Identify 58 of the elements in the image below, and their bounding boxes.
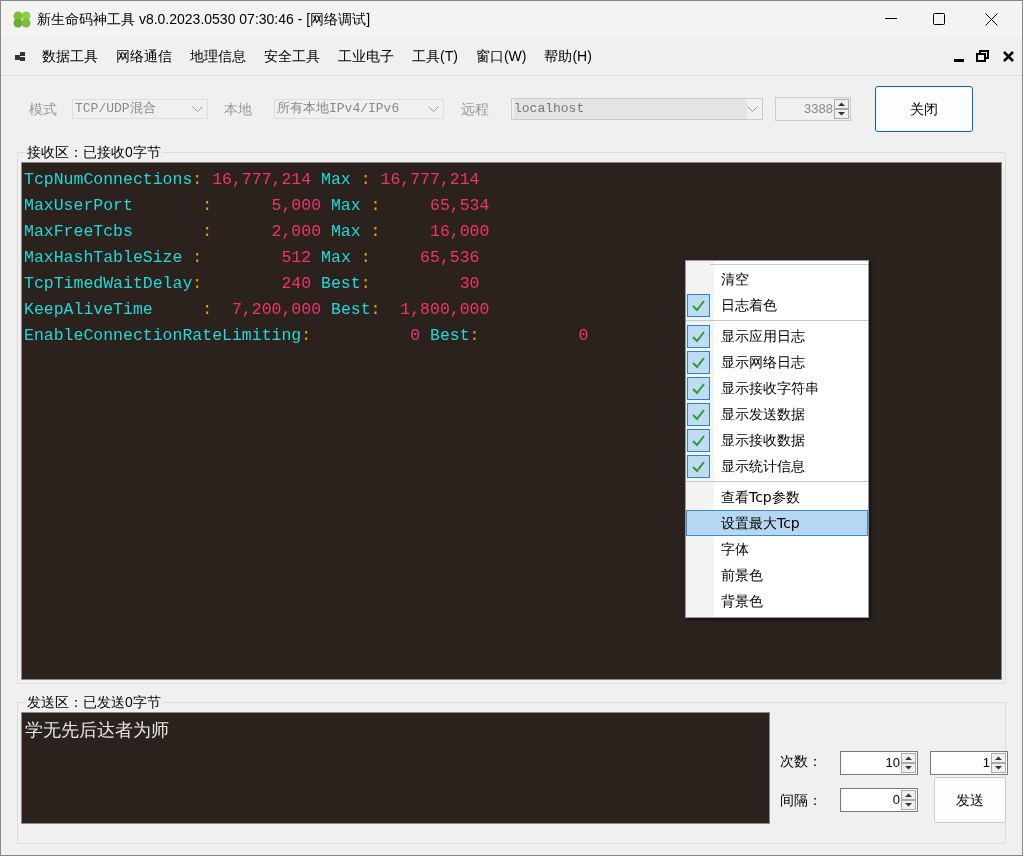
- close-connection-button[interactable]: 关闭: [875, 86, 973, 132]
- log-line: EnableConnectionRateLimiting: 0 Best: 0: [24, 325, 589, 347]
- send-group-title: 发送区：已发送0字节: [26, 693, 162, 711]
- log-line: TcpNumConnections: 16,777,214 Max : 16,777,214: [24, 169, 480, 191]
- chevron-down-icon: [192, 105, 203, 113]
- context-menu-item[interactable]: 查看Tcp参数: [686, 484, 868, 510]
- menu-item[interactable]: 帮助(H): [535, 45, 601, 67]
- context-menu-item[interactable]: 显示接收数据: [686, 427, 868, 453]
- remote-label: 远程: [461, 99, 489, 119]
- send-text-area[interactable]: 学无先后达者为师: [21, 712, 770, 824]
- number-spinner-field[interactable]: 0: [840, 788, 918, 812]
- context-menu-item[interactable]: 字体: [686, 536, 868, 562]
- chevron-down-icon: [747, 105, 758, 113]
- minimize-icon[interactable]: [954, 58, 964, 62]
- spinner-arrows-icon[interactable]: [901, 753, 916, 773]
- context-menu-item[interactable]: 背景色: [686, 588, 868, 614]
- context-menu-item[interactable]: 显示网络日志: [686, 349, 868, 375]
- clover-logo-icon: [12, 9, 32, 29]
- number-spinner-field[interactable]: 1: [930, 751, 1008, 775]
- menu-item[interactable]: 安全工具: [255, 45, 329, 67]
- close-icon[interactable]: [1003, 50, 1014, 62]
- mode-label: 模式: [29, 99, 57, 119]
- window-title: 新生命码神工具 v8.0.2023.0530 07:30:46 - [网络调试]: [37, 9, 371, 29]
- spinner-arrows-icon[interactable]: [834, 99, 849, 119]
- log-line: TcpTimedWaitDelay: 240 Best: 30: [24, 273, 480, 295]
- remote-dropdown[interactable]: localhost: [511, 98, 763, 120]
- restore-icon[interactable]: [976, 50, 989, 62]
- local-label: 本地: [224, 99, 252, 119]
- context-menu-item[interactable]: 显示应用日志: [686, 323, 868, 349]
- menu-item[interactable]: 窗口(W): [466, 45, 536, 67]
- context-menu-item[interactable]: 前景色: [686, 562, 868, 588]
- spinner-arrows-icon[interactable]: [991, 753, 1006, 773]
- menu-item[interactable]: 数据工具: [33, 45, 107, 67]
- app-menu-icon[interactable]: [15, 50, 26, 62]
- send-button[interactable]: 发送: [934, 777, 1006, 823]
- interval-label: 间隔：: [780, 790, 823, 810]
- context-menu-item[interactable]: 显示发送数据: [686, 401, 868, 427]
- count-label: 次数：: [780, 752, 823, 771]
- number-spinner-field[interactable]: 10: [840, 751, 918, 775]
- context-menu-item[interactable]: 显示统计信息: [686, 453, 868, 479]
- log-line: MaxHashTableSize : 512 Max : 65,536: [24, 247, 480, 269]
- minimize-icon[interactable]: [885, 18, 897, 20]
- menu-item[interactable]: 网络通信: [107, 45, 181, 67]
- context-menu-item[interactable]: 设置最大Tcp: [686, 510, 868, 536]
- maximize-icon[interactable]: [933, 13, 945, 25]
- spinner-arrows-icon[interactable]: [901, 790, 916, 810]
- log-line: KeepAliveTime : 7,200,000 Best: 1,800,000: [24, 299, 490, 321]
- log-line: MaxFreeTcbs : 2,000 Max : 16,000: [24, 221, 490, 243]
- menu-item[interactable]: 工具(T): [403, 45, 467, 67]
- context-menu-item[interactable]: 日志着色: [686, 292, 868, 318]
- close-icon[interactable]: [985, 12, 998, 26]
- context-menu-item[interactable]: 显示接收字符串: [686, 375, 868, 401]
- menu-item[interactable]: 工业电子: [329, 45, 403, 67]
- menu-item[interactable]: 地理信息: [181, 45, 255, 67]
- chevron-down-icon: [428, 105, 439, 113]
- context-menu-item[interactable]: 清空: [686, 266, 868, 292]
- log-line: MaxUserPort : 5,000 Max : 65,534: [24, 195, 490, 217]
- receive-group-title: 接收区：已接收0字节: [26, 143, 162, 161]
